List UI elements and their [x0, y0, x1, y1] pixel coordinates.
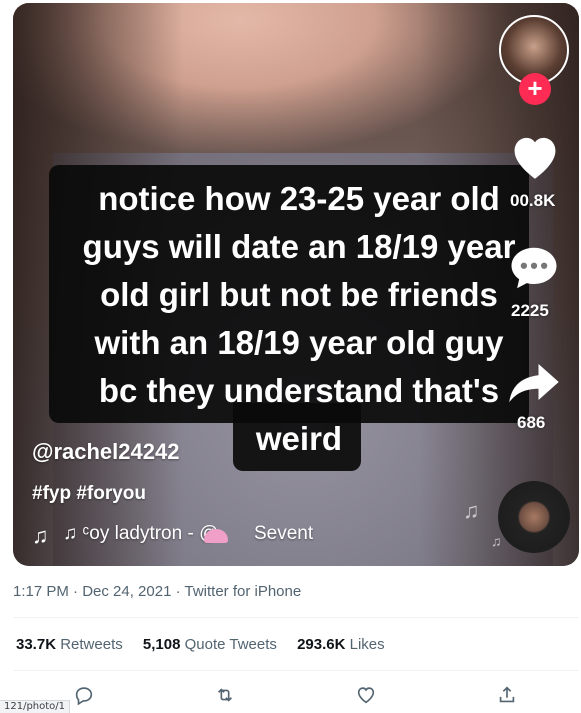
- heart-icon: [357, 687, 375, 704]
- video-hashtags: #fyp #foryou: [32, 483, 147, 504]
- retweets-stat[interactable]: 33.7K Retweets: [16, 636, 123, 653]
- quote-tweets-stat[interactable]: 5,108 Quote Tweets: [143, 636, 277, 653]
- likes-stat[interactable]: 293.6K Likes: [297, 636, 385, 653]
- divider-bottom: [13, 670, 579, 671]
- divider-top: [13, 617, 579, 618]
- share-arrow-icon: [509, 364, 559, 403]
- share-count: 686: [517, 413, 546, 432]
- floating-note-icon: ♫: [463, 498, 480, 523]
- video-caption: notice how 23-25 year old guys will date…: [82, 180, 516, 457]
- share-button[interactable]: [496, 684, 518, 706]
- hat-emoji-icon: [204, 529, 228, 543]
- likes-label: Likes: [349, 636, 385, 653]
- retweets-label: Retweets: [60, 636, 123, 653]
- tweet-timestamp[interactable]: 1:17 PM · Dec 24, 2021 · Twitter for iPh…: [13, 583, 301, 600]
- quote-tweets-label: Quote Tweets: [184, 636, 277, 653]
- reply-icon: [75, 687, 93, 706]
- like-button[interactable]: [355, 684, 377, 706]
- comment-count: 2225: [511, 301, 549, 320]
- creator-handle: @rachel24242: [32, 439, 180, 464]
- comment-bubble-icon: [511, 247, 557, 289]
- reply-button[interactable]: [73, 684, 95, 706]
- retweet-icon: [217, 688, 233, 702]
- share-icon: [499, 686, 515, 703]
- tweet-media[interactable]: notice how 23-25 year old guys will date…: [13, 3, 579, 566]
- tweet-stats: 33.7K Retweets 5,108 Quote Tweets 293.6K…: [16, 636, 401, 653]
- floating-note-small-icon: ♫: [491, 533, 502, 549]
- sound-title: ♫ ᶜoy ladytron - @: [63, 523, 219, 544]
- browser-status-url: 121/photo/1: [0, 700, 71, 713]
- music-note-icon: ♫: [32, 523, 49, 548]
- quote-tweets-count: 5,108: [142, 636, 181, 653]
- like-heart-icon: [514, 137, 556, 179]
- retweet-button[interactable]: [214, 684, 236, 706]
- retweets-count: 33.7K: [16, 636, 57, 653]
- follow-plus-icon: +: [519, 73, 551, 105]
- likes-count: 293.6K: [297, 636, 346, 653]
- sound-title-suffix: Sevent: [254, 523, 314, 544]
- like-count: 00.8K: [510, 191, 556, 210]
- spinning-music-disc: [498, 481, 570, 553]
